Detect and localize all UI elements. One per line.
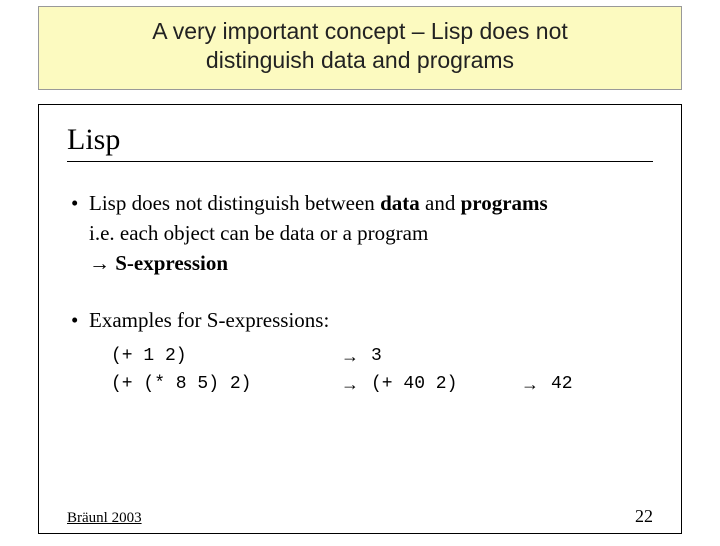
slide-rule bbox=[67, 161, 653, 162]
bullet-2: Examples for S-expressions: (+ 1 2) → 3 … bbox=[67, 305, 653, 399]
banner-text: A very important concept – Lisp does not… bbox=[79, 17, 641, 75]
banner-line2: distinguish data and programs bbox=[206, 47, 514, 73]
banner: A very important concept – Lisp does not… bbox=[38, 6, 682, 90]
example-row: (+ (* 8 5) 2) → (+ 40 2) → 42 bbox=[111, 371, 653, 399]
arrow-icon: → bbox=[521, 371, 551, 399]
footer-page-number: 22 bbox=[635, 506, 653, 527]
slide-title: Lisp bbox=[67, 123, 653, 157]
b1-bold-data: data bbox=[380, 191, 420, 215]
example-result2: 42 bbox=[551, 371, 573, 399]
arrow-icon bbox=[521, 343, 551, 371]
slide-frame: Lisp Lisp does not distinguish between d… bbox=[38, 104, 682, 534]
b1-sexpr: S-expression bbox=[115, 251, 228, 275]
examples-block: (+ 1 2) → 3 (+ (* 8 5) 2) → (+ 40 2) → 4… bbox=[111, 343, 653, 399]
b1-mid: and bbox=[420, 191, 461, 215]
b1-bold-programs: programs bbox=[461, 191, 548, 215]
example-result: (+ 40 2) bbox=[371, 371, 521, 399]
b1-pre: Lisp does not distinguish between bbox=[89, 191, 380, 215]
b2-text: Examples for S-expressions: bbox=[89, 308, 329, 332]
footer-author: Bräunl 2003 bbox=[67, 510, 142, 527]
arrow-icon: → bbox=[89, 251, 110, 275]
example-row: (+ 1 2) → 3 bbox=[111, 343, 653, 371]
example-expr: (+ 1 2) bbox=[111, 343, 341, 371]
bullet-list: Lisp does not distinguish between data a… bbox=[67, 188, 653, 400]
arrow-icon: → bbox=[341, 371, 371, 399]
b1-line2: i.e. each object can be data or a progra… bbox=[89, 221, 428, 245]
example-expr: (+ (* 8 5) 2) bbox=[111, 371, 341, 399]
arrow-icon: → bbox=[341, 343, 371, 371]
example-result: 3 bbox=[371, 343, 521, 371]
bullet-1: Lisp does not distinguish between data a… bbox=[67, 188, 653, 279]
banner-line1: A very important concept – Lisp does not bbox=[152, 18, 568, 44]
